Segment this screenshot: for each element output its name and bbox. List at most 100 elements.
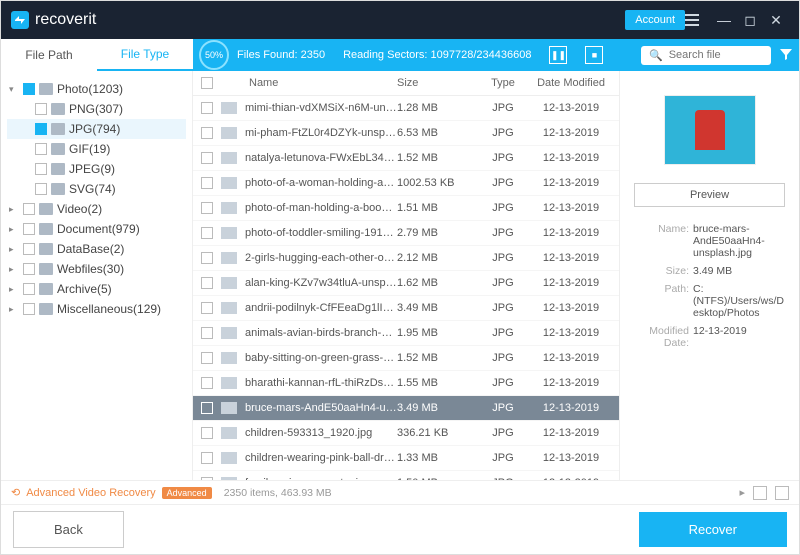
account-button[interactable]: Account: [625, 10, 685, 30]
table-row[interactable]: alan-king-KZv7w34tluA-unsplash.jpg1.62 M…: [193, 271, 619, 296]
col-date[interactable]: Date Modified: [531, 77, 611, 89]
checkbox[interactable]: [23, 243, 35, 255]
minimize-icon[interactable]: —: [711, 12, 737, 28]
preview-button[interactable]: Preview: [634, 183, 785, 207]
scan-info: Files Found: 2350 Reading Sectors: 10977…: [237, 46, 603, 64]
row-checkbox[interactable]: [201, 202, 213, 214]
back-button[interactable]: Back: [13, 511, 124, 548]
tab-file-path[interactable]: File Path: [1, 39, 97, 71]
row-checkbox[interactable]: [201, 377, 213, 389]
sidebar-item[interactable]: ▸Document(979): [7, 219, 186, 239]
table-row[interactable]: family-using-computer.jpg1.50 MBJPG12-13…: [193, 471, 619, 480]
sidebar-subitem[interactable]: SVG(74): [7, 179, 186, 199]
checkbox[interactable]: [35, 123, 47, 135]
sidebar-item[interactable]: ▸Archive(5): [7, 279, 186, 299]
tab-file-type[interactable]: File Type: [97, 39, 193, 71]
checkbox[interactable]: [23, 283, 35, 295]
file-icon: [221, 302, 237, 314]
table-row[interactable]: 2-girls-hugging-each-other-outdoor-...2.…: [193, 246, 619, 271]
table-row[interactable]: photo-of-a-woman-holding-an-ipad-7...100…: [193, 171, 619, 196]
row-checkbox[interactable]: [201, 452, 213, 464]
table-row[interactable]: photo-of-man-holding-a-book-92702...1.51…: [193, 196, 619, 221]
pause-button[interactable]: ❚❚: [549, 46, 567, 64]
row-checkbox[interactable]: [201, 227, 213, 239]
checkbox[interactable]: [23, 83, 35, 95]
files-found: Files Found: 2350: [237, 49, 325, 61]
filter-icon[interactable]: [779, 47, 793, 64]
row-checkbox[interactable]: [201, 127, 213, 139]
row-checkbox[interactable]: [201, 402, 213, 414]
sidebar-subitem[interactable]: JPEG(9): [7, 159, 186, 179]
file-name: mi-pham-FtZL0r4DZYk-unsplash.jpg: [245, 127, 397, 139]
checkbox[interactable]: [35, 143, 47, 155]
row-checkbox[interactable]: [201, 427, 213, 439]
checkbox[interactable]: [23, 203, 35, 215]
col-size[interactable]: Size: [397, 77, 475, 89]
table-row[interactable]: bharathi-kannan-rfL-thiRzDs-unspla...1.5…: [193, 371, 619, 396]
sidebar-item[interactable]: ▸Video(2): [7, 199, 186, 219]
sidebar-item[interactable]: ▸Miscellaneous(129): [7, 299, 186, 319]
sidebar-item[interactable]: ▸DataBase(2): [7, 239, 186, 259]
table-row[interactable]: mi-pham-FtZL0r4DZYk-unsplash.jpg6.53 MBJ…: [193, 121, 619, 146]
preview-modified: 12-13-2019: [693, 325, 785, 349]
search-input[interactable]: [669, 49, 759, 61]
checkbox[interactable]: [35, 163, 47, 175]
file-type: JPG: [475, 127, 531, 139]
checkbox[interactable]: [35, 103, 47, 115]
sidebar-subitem[interactable]: PNG(307): [7, 99, 186, 119]
table-row[interactable]: children-wearing-pink-ball-dress-360...1…: [193, 446, 619, 471]
table-row[interactable]: baby-sitting-on-green-grass-beside-...1.…: [193, 346, 619, 371]
row-checkbox[interactable]: [201, 102, 213, 114]
view-grid-icon[interactable]: [753, 486, 767, 500]
menu-icon[interactable]: [685, 14, 711, 26]
table-row[interactable]: animals-avian-birds-branch-459326....1.9…: [193, 321, 619, 346]
tree-label: Miscellaneous(129): [57, 302, 161, 316]
checkbox[interactable]: [23, 263, 35, 275]
file-date: 12-13-2019: [531, 102, 611, 114]
table-row[interactable]: children-593313_1920.jpg336.21 KBJPG12-1…: [193, 421, 619, 446]
tree-label: Document(979): [57, 222, 140, 236]
close-icon[interactable]: ✕: [763, 12, 789, 29]
checkbox[interactable]: [35, 183, 47, 195]
file-type: JPG: [475, 402, 531, 414]
file-date: 12-13-2019: [531, 427, 611, 439]
select-all-checkbox[interactable]: [201, 77, 213, 89]
table-row[interactable]: natalya-letunova-FWxEbL34i4Y-unspl...1.5…: [193, 146, 619, 171]
file-name: photo-of-a-woman-holding-an-ipad-7...: [245, 177, 397, 189]
advanced-video-recovery[interactable]: Advanced Video Recovery: [26, 487, 155, 499]
file-date: 12-13-2019: [531, 127, 611, 139]
sidebar-item[interactable]: ▸Webfiles(30): [7, 259, 186, 279]
recover-button[interactable]: Recover: [639, 512, 787, 547]
row-checkbox[interactable]: [201, 177, 213, 189]
checkbox[interactable]: [23, 223, 35, 235]
search-box[interactable]: 🔍: [641, 46, 771, 65]
table-row[interactable]: bruce-mars-AndE50aaHn4-unsplash...3.49 M…: [193, 396, 619, 421]
maximize-icon[interactable]: ◻: [737, 12, 763, 29]
sidebar-subitem[interactable]: JPG(794): [7, 119, 186, 139]
folder-icon: [51, 163, 65, 175]
sidebar-item[interactable]: ▾Photo(1203): [7, 79, 186, 99]
view-list-icon[interactable]: [775, 486, 789, 500]
table-row[interactable]: andrii-podilnyk-CfFEeaDg1lI-unsplas...3.…: [193, 296, 619, 321]
table-row[interactable]: mimi-thian-vdXMSiX-n6M-unsplash.jpg1.28 …: [193, 96, 619, 121]
row-checkbox[interactable]: [201, 327, 213, 339]
file-name: natalya-letunova-FWxEbL34i4Y-unspl...: [245, 152, 397, 164]
row-checkbox[interactable]: [201, 252, 213, 264]
row-checkbox[interactable]: [201, 152, 213, 164]
col-type[interactable]: Type: [475, 77, 531, 89]
file-date: 12-13-2019: [531, 377, 611, 389]
list-body[interactable]: mimi-thian-vdXMSiX-n6M-unsplash.jpg1.28 …: [193, 96, 619, 480]
stop-button[interactable]: ■: [585, 46, 603, 64]
expand-handle-icon[interactable]: ▸: [739, 486, 745, 499]
sidebar-subitem[interactable]: GIF(19): [7, 139, 186, 159]
col-name[interactable]: Name: [225, 77, 397, 89]
folder-icon: [39, 203, 53, 215]
checkbox[interactable]: [23, 303, 35, 315]
row-checkbox[interactable]: [201, 352, 213, 364]
table-row[interactable]: photo-of-toddler-smiling-1912868.jpg2.79…: [193, 221, 619, 246]
file-date: 12-13-2019: [531, 452, 611, 464]
row-checkbox[interactable]: [201, 277, 213, 289]
file-name: alan-king-KZv7w34tluA-unsplash.jpg: [245, 277, 397, 289]
folder-icon: [39, 283, 53, 295]
row-checkbox[interactable]: [201, 302, 213, 314]
